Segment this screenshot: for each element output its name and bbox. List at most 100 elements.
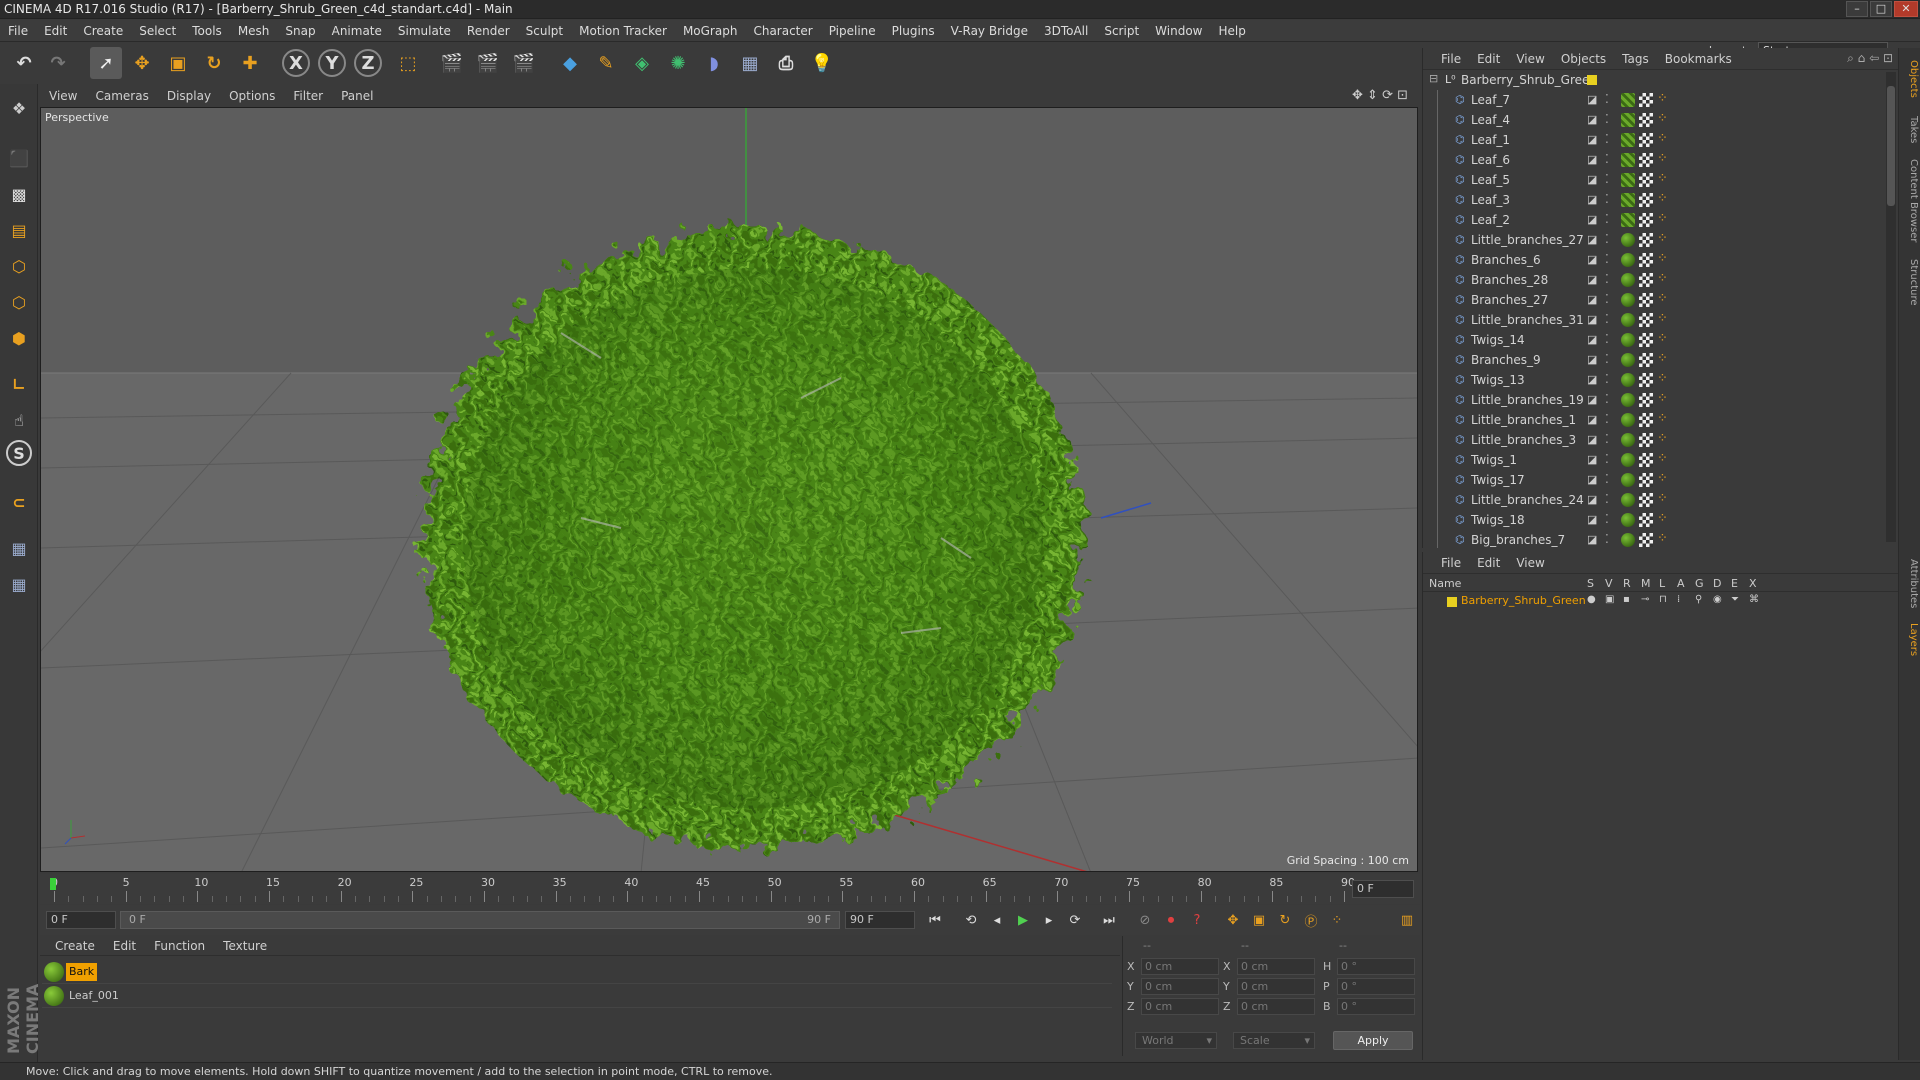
tweak-mode-icon[interactable]: ☝ bbox=[3, 404, 35, 436]
minimize-button[interactable]: – bbox=[1846, 1, 1868, 17]
texture-tag-icon[interactable] bbox=[1639, 233, 1653, 247]
layer-flag-icon[interactable]: ⚲ bbox=[1695, 594, 1702, 605]
go-to-start-icon[interactable]: ⏮ bbox=[924, 909, 946, 931]
coord-value-field[interactable]: 0 cm bbox=[1141, 998, 1219, 1015]
search-icon[interactable]: ⌕ ⌂ ⇦ ⊡ bbox=[1847, 51, 1893, 66]
object-row[interactable]: ⌬ Little_branches_19 ◪ ⁚ ⁘ bbox=[1423, 390, 1883, 410]
previous-frame-icon[interactable]: ◂ bbox=[986, 909, 1008, 931]
menu-render[interactable]: Render bbox=[459, 20, 518, 42]
end-frame-field[interactable]: 90 F bbox=[845, 911, 915, 929]
visibility-dots-icon[interactable]: ⁚ bbox=[1605, 472, 1609, 486]
phong-tag-icon[interactable]: ⁘ bbox=[1657, 331, 1668, 346]
material-tag-icon[interactable] bbox=[1621, 533, 1635, 547]
timeline-ruler[interactable]: 051015202530354045505560657075808590 0 F bbox=[40, 874, 1420, 904]
visibility-dots-icon[interactable]: ⁚ bbox=[1605, 312, 1609, 326]
visibility-dots-icon[interactable]: ⁚ bbox=[1605, 532, 1609, 546]
camera-icon[interactable]: ⎙ bbox=[770, 47, 802, 79]
move-tool-icon[interactable]: ✥ bbox=[126, 47, 158, 79]
record-keys-icon[interactable]: ⊘ bbox=[1134, 909, 1156, 931]
next-key-icon[interactable]: ⟳ bbox=[1064, 909, 1086, 931]
visibility-dots-icon[interactable]: ⁚ bbox=[1605, 272, 1609, 286]
edit-toggle-icon[interactable]: ◪ bbox=[1587, 153, 1597, 166]
phong-tag-icon[interactable]: ⁘ bbox=[1657, 311, 1668, 326]
edit-toggle-icon[interactable]: ◪ bbox=[1587, 173, 1597, 186]
object-row[interactable]: ⌬ Little_branches_3 ◪ ⁚ ⁘ bbox=[1423, 430, 1883, 450]
key-parameter-icon[interactable]: Ⓟ bbox=[1300, 909, 1322, 931]
tab-content-browser[interactable]: Content Browser bbox=[1901, 156, 1919, 246]
object-row[interactable]: ⌬ Little_branches_24 ◪ ⁚ ⁘ bbox=[1423, 490, 1883, 510]
workplane-align-icon[interactable]: ▦ bbox=[3, 568, 35, 600]
next-frame-icon[interactable]: ▸ bbox=[1038, 909, 1060, 931]
auto-key-icon[interactable]: ⏺ bbox=[1160, 909, 1182, 931]
material-menu-function[interactable]: Function bbox=[145, 936, 214, 956]
object-row[interactable]: ⌬ Leaf_2 ◪ ⁚ ⁘ bbox=[1423, 210, 1883, 230]
edit-toggle-icon[interactable]: ◪ bbox=[1587, 313, 1597, 326]
phong-tag-icon[interactable]: ⁘ bbox=[1657, 271, 1668, 286]
phong-tag-icon[interactable]: ⁘ bbox=[1657, 111, 1668, 126]
texture-tag-icon[interactable] bbox=[1639, 433, 1653, 447]
edit-toggle-icon[interactable]: ◪ bbox=[1587, 373, 1597, 386]
axis-mode-icon[interactable]: ∟ bbox=[3, 368, 35, 400]
material-tag-icon[interactable] bbox=[1621, 453, 1635, 467]
magnet-icon[interactable]: ⊂ bbox=[3, 486, 35, 518]
visibility-dots-icon[interactable]: ⁚ bbox=[1605, 352, 1609, 366]
array-icon[interactable]: ✺ bbox=[662, 47, 694, 79]
material-tag-icon[interactable] bbox=[1621, 373, 1635, 387]
menu-file[interactable]: File bbox=[0, 20, 36, 42]
texture-tag-icon[interactable] bbox=[1639, 173, 1653, 187]
floor-icon[interactable]: ▦ bbox=[734, 47, 766, 79]
edit-toggle-icon[interactable]: ◪ bbox=[1587, 273, 1597, 286]
workplane-mode-icon[interactable]: ▤ bbox=[3, 214, 35, 246]
phong-tag-icon[interactable]: ⁘ bbox=[1657, 251, 1668, 266]
coord-value-field[interactable]: 0 cm bbox=[1237, 958, 1315, 975]
menu-plugins[interactable]: Plugins bbox=[884, 20, 943, 42]
texture-tag-icon[interactable] bbox=[1639, 453, 1653, 467]
workplane-lock-icon[interactable]: ▦ bbox=[3, 532, 35, 564]
edit-toggle-icon[interactable]: ◪ bbox=[1587, 493, 1597, 506]
phong-tag-icon[interactable]: ⁘ bbox=[1657, 371, 1668, 386]
phong-tag-icon[interactable]: ⁘ bbox=[1657, 351, 1668, 366]
edit-toggle-icon[interactable]: ◪ bbox=[1587, 233, 1597, 246]
phong-tag-icon[interactable]: ⁘ bbox=[1657, 511, 1668, 526]
texture-tag-icon[interactable] bbox=[1639, 153, 1653, 167]
size-mode-select[interactable]: Scale ▾ bbox=[1233, 1032, 1315, 1049]
key-scale-icon[interactable]: ▣ bbox=[1248, 909, 1270, 931]
edges-mode-icon[interactable]: ⬡ bbox=[3, 286, 35, 318]
visibility-dots-icon[interactable]: ⁚ bbox=[1605, 332, 1609, 346]
material-tag-icon[interactable] bbox=[1621, 233, 1635, 247]
render-picture-viewer-icon[interactable]: 🎬 bbox=[472, 47, 504, 79]
viewport-menu-view[interactable]: View bbox=[40, 86, 86, 106]
phong-tag-icon[interactable]: ⁘ bbox=[1657, 231, 1668, 246]
keyframe-selection-icon[interactable]: ? bbox=[1186, 909, 1208, 931]
tab-takes[interactable]: Takes bbox=[1901, 110, 1919, 150]
material-tag-icon[interactable] bbox=[1621, 93, 1635, 107]
material-tag-icon[interactable] bbox=[1621, 313, 1635, 327]
edit-toggle-icon[interactable]: ◪ bbox=[1587, 193, 1597, 206]
visibility-dots-icon[interactable]: ⁚ bbox=[1605, 212, 1609, 226]
texture-tag-icon[interactable] bbox=[1639, 473, 1653, 487]
edit-toggle-icon[interactable]: ◪ bbox=[1587, 433, 1597, 446]
coordinate-mode-select[interactable]: World ▾ bbox=[1135, 1032, 1217, 1049]
viewport-menu-panel[interactable]: Panel bbox=[332, 86, 382, 106]
material-tag-icon[interactable] bbox=[1621, 513, 1635, 527]
phong-tag-icon[interactable]: ⁘ bbox=[1657, 471, 1668, 486]
visibility-dots-icon[interactable]: ⁚ bbox=[1605, 152, 1609, 166]
material-tag-icon[interactable] bbox=[1621, 493, 1635, 507]
material-tag-icon[interactable] bbox=[1621, 193, 1635, 207]
rotate-tool-icon[interactable]: ↻ bbox=[198, 47, 230, 79]
render-view-icon[interactable]: 🎬 bbox=[436, 47, 468, 79]
visibility-dots-icon[interactable]: ⁚ bbox=[1605, 512, 1609, 526]
edit-toggle-icon[interactable]: ◪ bbox=[1587, 473, 1597, 486]
edit-toggle-icon[interactable]: ◪ bbox=[1587, 513, 1597, 526]
menu-animate[interactable]: Animate bbox=[324, 20, 390, 42]
phong-tag-icon[interactable]: ⁘ bbox=[1657, 171, 1668, 186]
object-row[interactable]: ⌬ Leaf_6 ◪ ⁚ ⁘ bbox=[1423, 150, 1883, 170]
visibility-dots-icon[interactable]: ⁚ bbox=[1605, 192, 1609, 206]
menu-select[interactable]: Select bbox=[131, 20, 184, 42]
object-row[interactable]: ⌬ Twigs_1 ◪ ⁚ ⁘ bbox=[1423, 450, 1883, 470]
layer-flag-icon[interactable]: ▣ bbox=[1605, 594, 1614, 605]
edit-toggle-icon[interactable]: ◪ bbox=[1587, 533, 1597, 546]
collapse-icon[interactable]: ⊟ bbox=[1429, 72, 1438, 85]
close-button[interactable]: ✕ bbox=[1894, 1, 1918, 17]
menu-simulate[interactable]: Simulate bbox=[390, 20, 459, 42]
